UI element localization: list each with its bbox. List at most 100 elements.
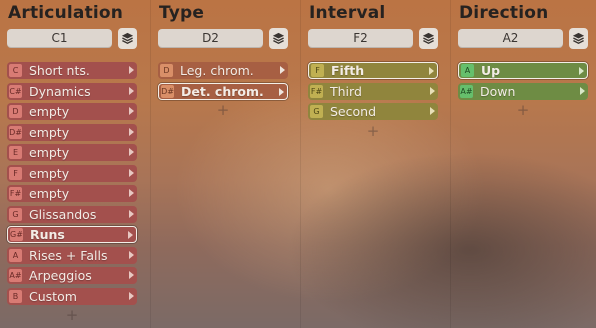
keyswitch-field[interactable]: C1	[7, 29, 112, 48]
item-label: Down	[480, 83, 516, 99]
column-articulation: Articulation C1 C Short nts. C# Dynamics Demp…	[0, 0, 148, 328]
layers-icon	[422, 32, 435, 45]
list-item[interactable]: G Second	[308, 103, 438, 120]
item-label: Dynamics	[29, 83, 91, 99]
chevron-right-icon[interactable]	[430, 107, 435, 115]
note-badge: D	[160, 64, 173, 77]
list-item[interactable]: C Short nts.	[7, 62, 137, 79]
chevron-right-icon[interactable]	[129, 250, 134, 259]
item-label: empty	[29, 145, 70, 160]
item-label: empty	[29, 165, 70, 181]
articulation-list: F Fifth F# Third G Second +	[308, 62, 438, 138]
note-badge: B	[9, 289, 22, 303]
chevron-right-icon[interactable]	[129, 189, 134, 197]
item-label: Custom	[29, 288, 77, 304]
item-label: Runs	[30, 227, 65, 242]
item-label: empty	[29, 104, 70, 119]
chevron-right-icon[interactable]	[129, 291, 134, 300]
item-label: Fifth	[331, 63, 365, 78]
layers-icon	[121, 32, 134, 45]
list-item[interactable]: Eempty	[7, 144, 137, 161]
note-badge: A#	[9, 269, 22, 282]
list-item[interactable]: G# Runs	[7, 226, 137, 243]
note-badge: D#	[9, 125, 22, 139]
note-badge: G	[310, 105, 323, 118]
column-direction: Direction A2 A Up A# Down +	[450, 0, 596, 328]
chevron-right-icon[interactable]	[129, 148, 134, 156]
note-badge: G#	[10, 228, 23, 241]
chevron-right-icon[interactable]	[430, 86, 435, 95]
articulation-list: A Up A# Down +	[458, 62, 588, 118]
chevron-right-icon[interactable]	[579, 67, 584, 75]
column-interval: Interval F2 F Fifth F# Third G Second +	[300, 0, 449, 328]
list-item[interactable]: A# Down	[458, 82, 588, 100]
item-label: empty	[29, 124, 70, 140]
chevron-right-icon[interactable]	[129, 168, 134, 177]
list-item[interactable]: D Leg. chrom.	[158, 62, 288, 79]
chevron-right-icon[interactable]	[129, 86, 134, 95]
list-item[interactable]: D# empty	[7, 123, 137, 141]
chevron-right-icon[interactable]	[279, 87, 284, 96]
column-title: Interval	[309, 3, 386, 23]
note-badge: C#	[9, 84, 22, 98]
note-badge: E	[9, 146, 22, 159]
list-item[interactable]: G Glissandos	[7, 205, 137, 223]
chevron-right-icon[interactable]	[129, 209, 134, 218]
list-item[interactable]: B Custom	[7, 287, 137, 305]
item-label: Det. chrom.	[181, 83, 264, 99]
note-badge: F#	[310, 84, 323, 98]
note-badge: D	[9, 105, 22, 118]
item-label: empty	[29, 186, 70, 201]
item-label: Short nts.	[29, 63, 90, 78]
layers-button[interactable]	[269, 28, 288, 49]
item-label: Rises + Falls	[29, 247, 108, 263]
item-label: Arpeggios	[29, 268, 92, 283]
layers-button[interactable]	[118, 28, 137, 49]
list-item[interactable]: Fempty	[7, 164, 137, 182]
note-badge: F	[9, 166, 22, 180]
chevron-right-icon[interactable]	[580, 86, 585, 95]
chevron-right-icon[interactable]	[129, 271, 134, 279]
chevron-right-icon[interactable]	[129, 66, 134, 74]
list-item[interactable]: C# Dynamics	[7, 82, 137, 100]
note-badge: A	[9, 248, 22, 262]
column-type: Type D2 D Leg. chrom. D# Det. chrom. +	[150, 0, 299, 328]
add-item-button[interactable]: +	[458, 103, 588, 118]
layers-button[interactable]	[419, 28, 438, 49]
layers-button[interactable]	[569, 28, 588, 49]
add-item-button[interactable]: +	[158, 103, 288, 118]
chevron-right-icon[interactable]	[128, 231, 133, 239]
column-title: Direction	[459, 3, 549, 23]
keyswitch-field[interactable]: D2	[158, 29, 263, 48]
add-item-button[interactable]: +	[7, 308, 137, 323]
keyswitch-field[interactable]: F2	[308, 29, 413, 48]
note-badge: A#	[460, 84, 473, 98]
list-item[interactable]: A# Arpeggios	[7, 267, 137, 284]
keyswitch-field[interactable]: A2	[458, 29, 563, 48]
list-item[interactable]: A Rises + Falls	[7, 246, 137, 264]
column-title: Type	[159, 3, 205, 23]
note-badge: F#	[9, 187, 22, 200]
item-label: Glissandos	[29, 206, 97, 222]
list-item[interactable]: F Fifth	[308, 62, 438, 79]
chevron-right-icon[interactable]	[129, 107, 134, 115]
chevron-right-icon[interactable]	[129, 127, 134, 136]
note-badge: C	[9, 64, 22, 77]
list-item[interactable]: F# Third	[308, 82, 438, 100]
column-title: Articulation	[8, 3, 124, 23]
add-item-button[interactable]: +	[308, 123, 438, 138]
item-label: Leg. chrom.	[180, 63, 254, 78]
note-badge: F	[311, 64, 324, 77]
list-item[interactable]: D# Det. chrom.	[158, 82, 288, 100]
chevron-right-icon[interactable]	[280, 66, 285, 74]
note-badge: A	[461, 64, 474, 77]
note-badge: D#	[161, 84, 174, 98]
chevron-right-icon[interactable]	[429, 67, 434, 75]
list-item[interactable]: Dempty	[7, 103, 137, 120]
item-label: Third	[330, 83, 362, 99]
articulation-list: C Short nts. C# Dynamics Dempty D# empty Eempty…	[7, 62, 137, 323]
layers-icon	[572, 32, 585, 45]
list-item[interactable]: A Up	[458, 62, 588, 79]
list-item[interactable]: F# empty	[7, 185, 137, 202]
layers-icon	[272, 32, 285, 45]
